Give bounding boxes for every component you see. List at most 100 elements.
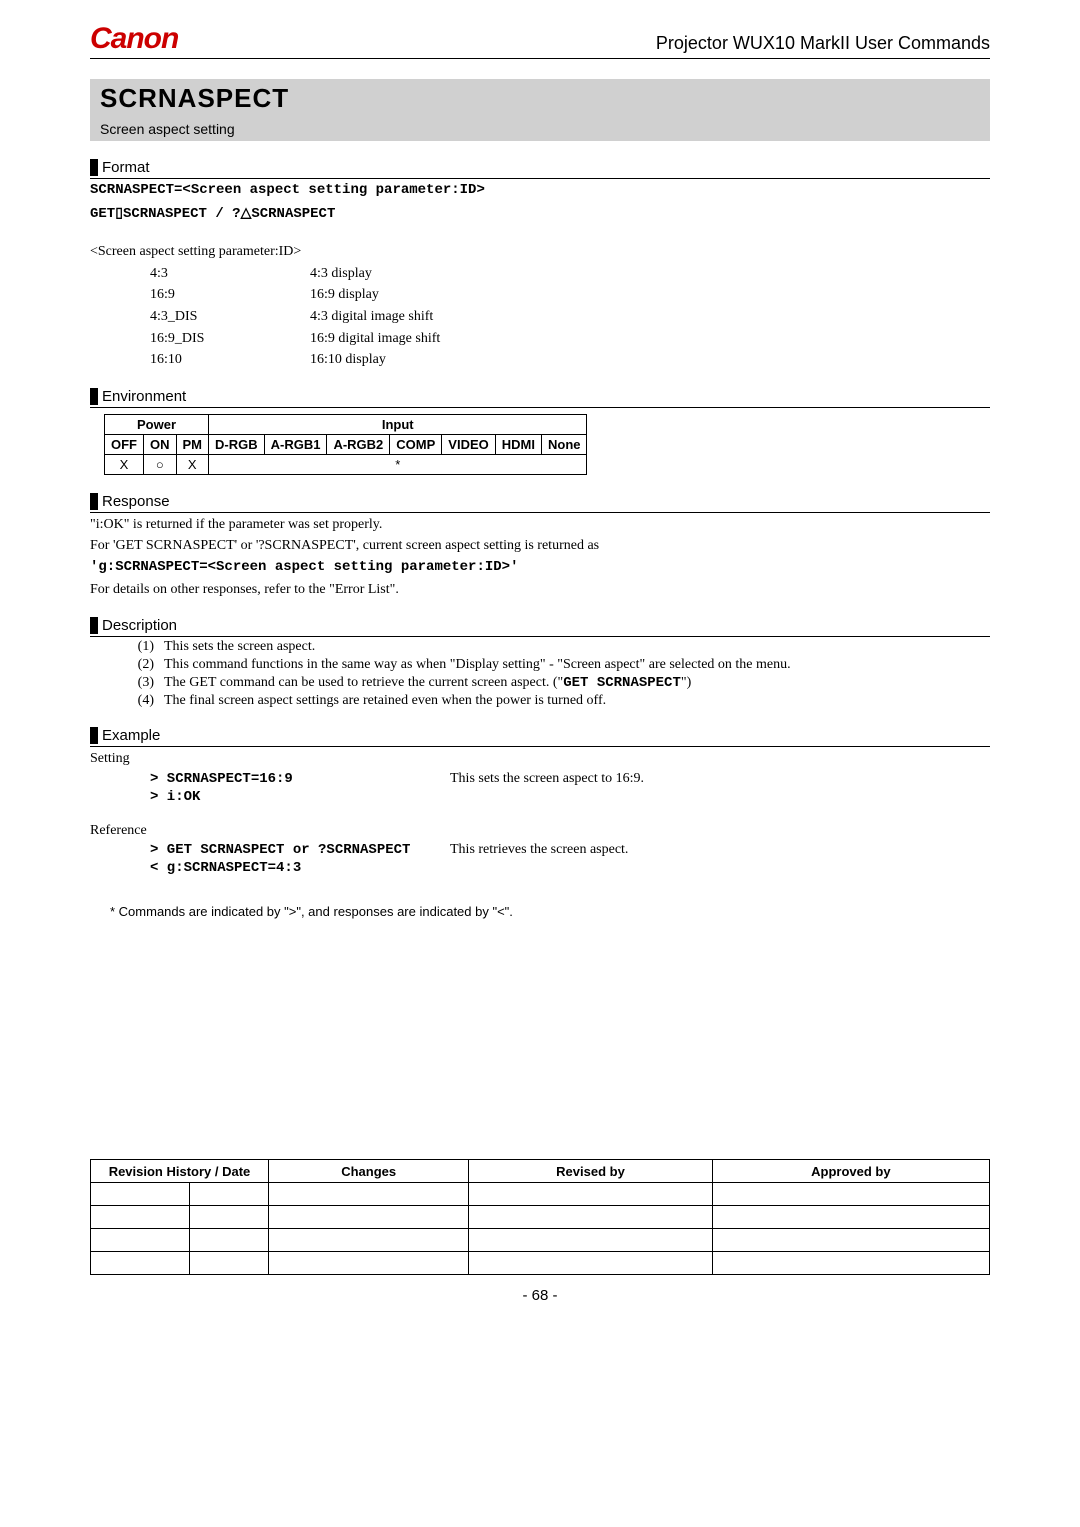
section-bar-icon [90, 727, 98, 744]
rev-cell [269, 1183, 469, 1206]
command-title: SCRNASPECT [90, 79, 990, 118]
rev-cell [91, 1229, 190, 1252]
env-col: None [541, 434, 587, 454]
example-row: > GET SCRNASPECT or ?SCRNASPECTThis retr… [150, 842, 990, 858]
rev-cell [91, 1206, 190, 1229]
rev-cell [469, 1183, 712, 1206]
param-key: 4:3 [150, 264, 310, 284]
env-col: OFF [105, 434, 144, 454]
env-group-power: Power [105, 414, 209, 434]
example-command: > SCRNASPECT=16:9 [150, 771, 450, 787]
example-note [450, 789, 990, 805]
param-value: 16:9 display [310, 285, 379, 305]
rev-cell [269, 1252, 469, 1275]
section-format: Format [90, 159, 990, 179]
rev-cell [712, 1229, 989, 1252]
rev-head: Revision History / Date [91, 1160, 269, 1183]
example-row: > SCRNASPECT=16:9This sets the screen as… [150, 771, 990, 787]
response-line2: For 'GET SCRNASPECT' or '?SCRNASPECT', c… [90, 536, 990, 556]
rev-head: Approved by [712, 1160, 989, 1183]
environment-table: Power Input OFFONPMD-RGBA-RGB1A-RGB2COMP… [104, 414, 587, 475]
description-num: (4) [120, 693, 164, 709]
env-col: COMP [390, 434, 442, 454]
section-bar-icon [90, 159, 98, 176]
page: Canon Projector WUX10 MarkII User Comman… [0, 0, 1080, 1527]
rev-head: Changes [269, 1160, 469, 1183]
footnote: * Commands are indicated by ">", and res… [110, 904, 990, 919]
format-mid: SCRNASPECT / ? [123, 206, 241, 222]
format-end: SCRNASPECT [251, 206, 335, 222]
rev-cell [91, 1183, 190, 1206]
description-text: This command functions in the same way a… [164, 657, 990, 673]
param-key: 16:9_DIS [150, 329, 310, 349]
param-row: 4:3_DIS4:3 digital image shift [150, 307, 990, 327]
description-num: (3) [120, 675, 164, 691]
section-description: Description [90, 617, 990, 637]
format-syntax-line2: GET▯SCRNASPECT / ?△SCRNASPECT [90, 203, 990, 225]
description-text: The final screen aspect settings are ret… [164, 693, 990, 709]
rev-cell [190, 1206, 269, 1229]
rev-cell [269, 1206, 469, 1229]
description-text: The GET command can be used to retrieve … [164, 675, 990, 691]
example-command: > GET SCRNASPECT or ?SCRNASPECT [150, 842, 450, 858]
rev-cell [190, 1229, 269, 1252]
example-row: < g:SCRNASPECT=4:3 [150, 860, 990, 876]
rev-cell [712, 1183, 989, 1206]
env-cell-merged: * [209, 454, 587, 474]
section-heading: Example [102, 727, 160, 744]
example-setting-label: Setting [90, 749, 990, 769]
param-title: <Screen aspect setting parameter:ID> [90, 242, 990, 262]
brand-logo: Canon [90, 24, 178, 54]
example-setting-block: > SCRNASPECT=16:9This sets the screen as… [150, 771, 990, 805]
page-number: - 68 - [90, 1287, 990, 1304]
rev-cell [469, 1206, 712, 1229]
section-heading: Response [102, 493, 170, 510]
format-syntax-line1: SCRNASPECT=<Screen aspect setting parame… [90, 181, 990, 201]
section-heading: Description [102, 617, 177, 634]
description-num: (1) [120, 639, 164, 655]
example-note: This sets the screen aspect to 16:9. [450, 771, 990, 787]
example-note: This retrieves the screen aspect. [450, 842, 990, 858]
description-list: (1)This sets the screen aspect. (2)This c… [120, 639, 990, 709]
env-col: ON [144, 434, 177, 454]
rev-cell [91, 1252, 190, 1275]
description-item: (3)The GET command can be used to retrie… [120, 675, 990, 691]
revision-table: Revision History / DateChangesRevised by… [90, 1159, 990, 1275]
env-col: A-RGB2 [327, 434, 390, 454]
param-row: 16:9_DIS16:9 digital image shift [150, 329, 990, 349]
example-row: > i:OK [150, 789, 990, 805]
rev-cell [190, 1252, 269, 1275]
env-col: VIDEO [442, 434, 495, 454]
format-get: GET [90, 206, 115, 222]
rev-cell [469, 1252, 712, 1275]
env-col: HDMI [495, 434, 541, 454]
doc-title: Projector WUX10 MarkII User Commands [656, 33, 990, 54]
description-num: (2) [120, 657, 164, 673]
rev-cell [269, 1229, 469, 1252]
env-col: A-RGB1 [264, 434, 327, 454]
page-header: Canon Projector WUX10 MarkII User Comman… [90, 24, 990, 59]
rev-cell [190, 1183, 269, 1206]
response-line1: "i:OK" is returned if the parameter was … [90, 515, 990, 535]
section-bar-icon [90, 617, 98, 634]
description-item: (1)This sets the screen aspect. [120, 639, 990, 655]
example-reference-label: Reference [90, 821, 990, 841]
param-value: 4:3 display [310, 264, 372, 284]
example-reference-block: > GET SCRNASPECT or ?SCRNASPECTThis retr… [150, 842, 990, 876]
example-command: < g:SCRNASPECT=4:3 [150, 860, 450, 876]
param-value: 16:9 digital image shift [310, 329, 440, 349]
example-command: > i:OK [150, 789, 450, 805]
param-row: 4:34:3 display [150, 264, 990, 284]
env-group-input: Input [209, 414, 587, 434]
inline-code: GET SCRNASPECT [563, 675, 681, 691]
section-bar-icon [90, 388, 98, 405]
env-col: PM [176, 434, 209, 454]
description-item: (2)This command functions in the same wa… [120, 657, 990, 673]
param-row: 16:916:9 display [150, 285, 990, 305]
param-list: 4:34:3 display16:916:9 display4:3_DIS4:3… [150, 264, 990, 370]
rev-head: Revised by [469, 1160, 712, 1183]
param-key: 16:9 [150, 285, 310, 305]
section-response: Response [90, 493, 990, 513]
description-item: (4)The final screen aspect settings are … [120, 693, 990, 709]
param-row: 16:1016:10 display [150, 350, 990, 370]
